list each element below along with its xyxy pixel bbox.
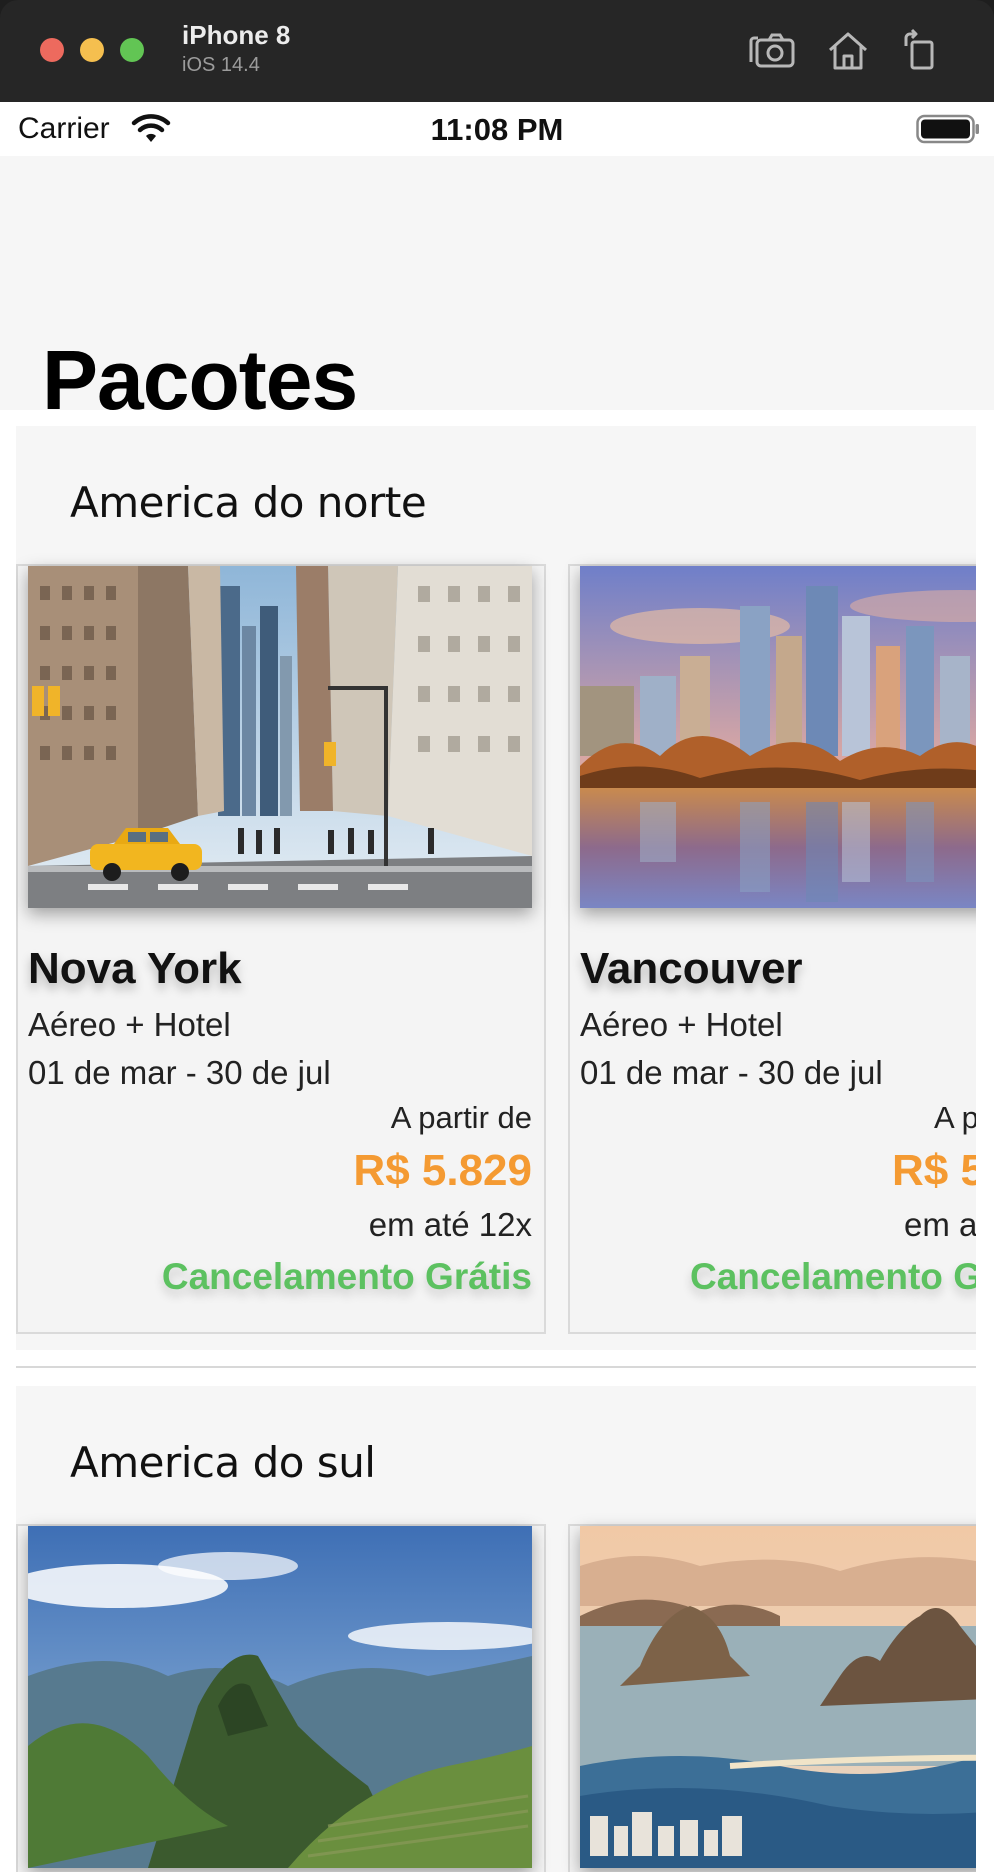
package-card-vancouver[interactable]: Vancouver Aéreo + Hotel 01 de mar - 30 d… <box>568 564 976 1334</box>
screenshot-icon[interactable] <box>748 28 796 72</box>
card-package-type: Aéreo + Hotel <box>580 1006 783 1043</box>
status-time: 11:08 PM <box>430 112 564 147</box>
card-dates: 01 de mar - 30 de jul <box>28 1054 331 1091</box>
package-card-nova-york[interactable]: Nova York Aéreo + Hotel 01 de mar - 30 d… <box>16 564 546 1334</box>
packages-list[interactable]: America do norte Nova York Aéreo + Hotel… <box>0 410 994 1872</box>
status-bar: Carrier 11:08 PM <box>0 102 994 156</box>
package-card-rio[interactable] <box>568 1524 976 1872</box>
os-version: iOS 14.4 <box>182 54 260 76</box>
battery-icon <box>916 114 980 144</box>
card-dates: 01 de mar - 30 de jul <box>580 1054 883 1091</box>
section-title: America do norte <box>70 478 427 527</box>
home-icon[interactable] <box>824 28 872 72</box>
vancouver-photo <box>580 566 976 908</box>
nova-york-photo <box>28 566 532 908</box>
device-name: iPhone 8 <box>182 20 291 50</box>
card-installments: em até 12x <box>368 1206 532 1243</box>
section-title: America do sul <box>70 1438 376 1487</box>
card-city: Nova York <box>28 944 242 993</box>
machu-picchu-photo <box>28 1526 532 1868</box>
zoom-window-button[interactable] <box>120 38 144 62</box>
simulator-title-bar: iPhone 8 iOS 14.4 <box>0 0 994 102</box>
card-cancellation: Cancelamento Grátis <box>690 1256 976 1297</box>
card-city: Vancouver <box>580 944 803 993</box>
card-package-type: Aéreo + Hotel <box>28 1006 231 1043</box>
package-card-machu-picchu[interactable] <box>16 1524 546 1872</box>
card-from-label: A partir de <box>934 1100 976 1135</box>
card-from-label: A partir de <box>390 1100 532 1135</box>
card-price: R$ 5.829 <box>892 1146 976 1195</box>
card-installments: em até 12x <box>904 1206 976 1243</box>
rio-de-janeiro-photo <box>580 1526 976 1868</box>
card-price: R$ 5.829 <box>353 1146 532 1195</box>
section-divider <box>16 1366 976 1368</box>
rotate-icon[interactable] <box>898 28 946 72</box>
close-window-button[interactable] <box>40 38 64 62</box>
device-screen: Carrier 11:08 PM Pacotes America do nort… <box>0 102 994 1872</box>
section-north-america: America do norte Nova York Aéreo + Hotel… <box>16 426 976 1350</box>
minimize-window-button[interactable] <box>80 38 104 62</box>
card-cancellation: Cancelamento Grátis <box>161 1256 532 1297</box>
section-south-america: America do sul <box>16 1386 976 1872</box>
